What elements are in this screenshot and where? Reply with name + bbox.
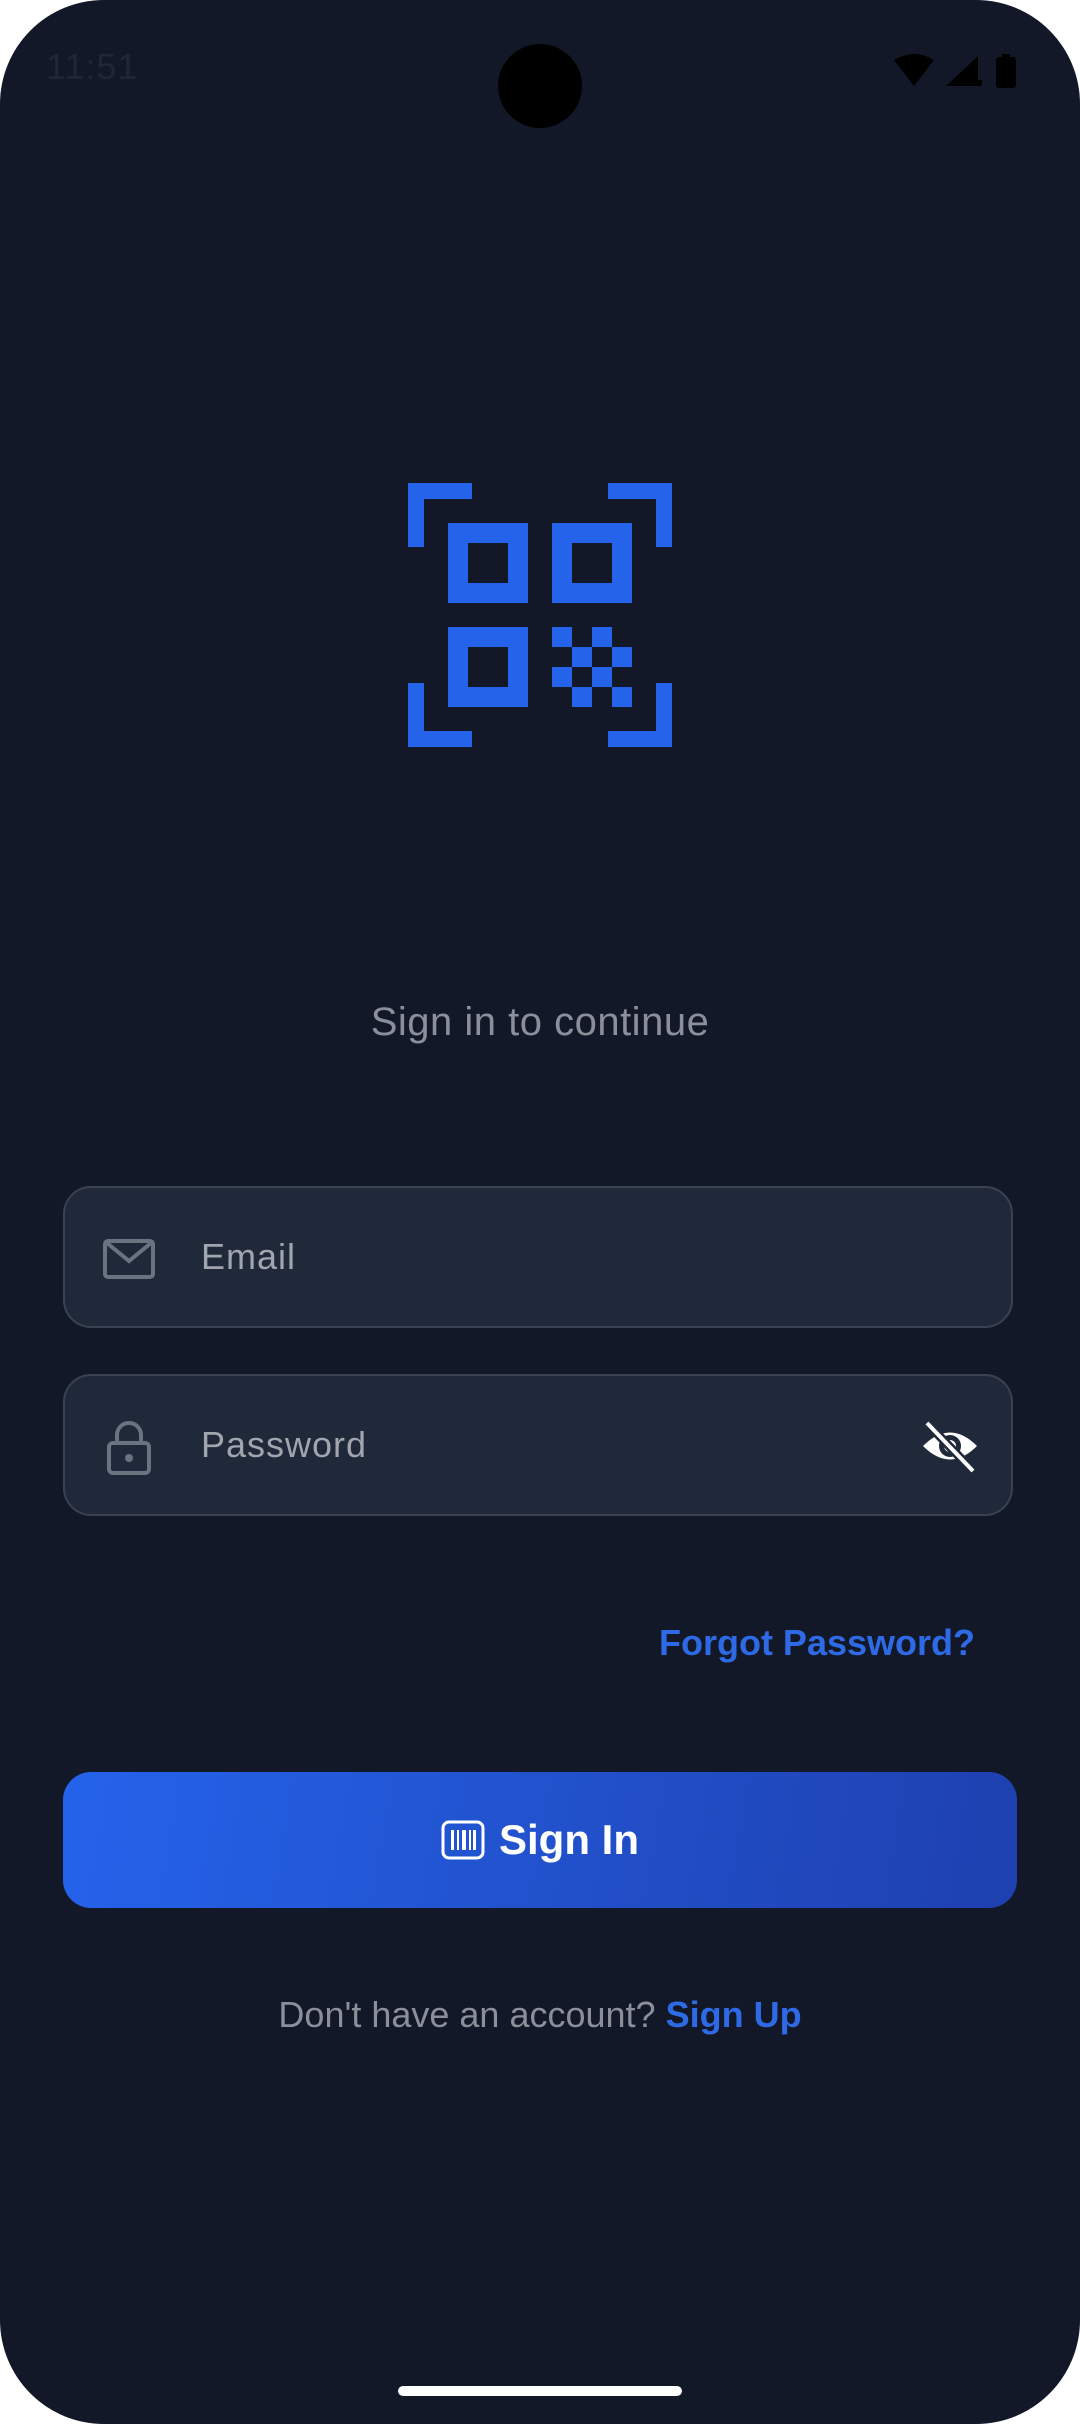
sign-in-label: Sign In: [499, 1816, 639, 1863]
status-icons: [894, 54, 1016, 88]
sign-in-button[interactable]: Sign In: [63, 1772, 1017, 1908]
lock-icon: [107, 1421, 151, 1475]
battery-icon: [996, 54, 1016, 88]
qr-code-icon: [408, 483, 672, 747]
email-placeholder: Email: [201, 1236, 297, 1277]
mail-icon: [103, 1239, 155, 1279]
signup-prompt-row: Don't have an account? Sign Up: [0, 1994, 1080, 2036]
wifi-icon: [894, 54, 934, 86]
camera-cutout: [498, 44, 582, 128]
sign-up-link[interactable]: Sign Up: [666, 1994, 802, 2035]
home-indicator[interactable]: [398, 2386, 682, 2396]
page-subtitle: Sign in to continue: [370, 1000, 710, 1044]
status-time: 11:51: [46, 46, 139, 87]
signup-prompt: Don't have an account?: [278, 1994, 656, 2035]
signal-icon: [946, 56, 982, 86]
password-field[interactable]: Password: [63, 1374, 1013, 1516]
eye-off-icon[interactable]: [919, 1415, 981, 1477]
password-placeholder: Password: [201, 1424, 368, 1465]
app-screen: 11:51 Sign in to continue Email Password…: [0, 0, 1080, 2424]
email-field[interactable]: Email: [63, 1186, 1013, 1328]
forgot-password-link[interactable]: Forgot Password?: [659, 1622, 975, 1664]
barcode-icon: [441, 1820, 485, 1860]
